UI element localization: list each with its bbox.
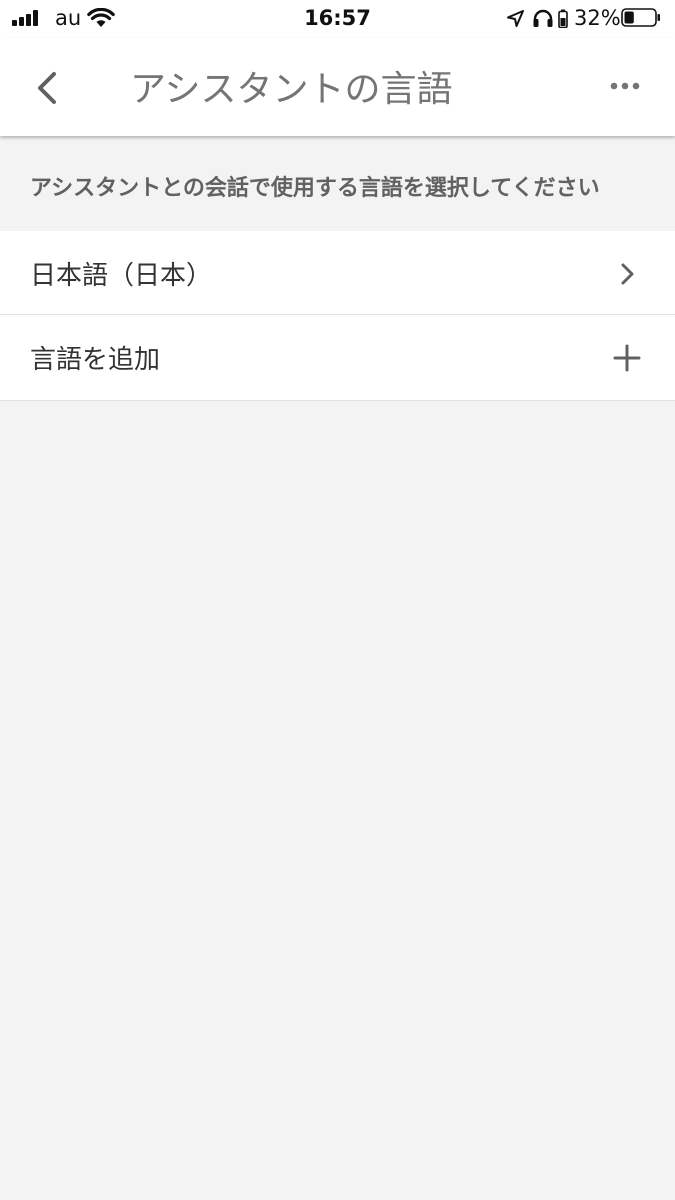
language-item-japanese[interactable]: 日本語（日本）	[0, 231, 675, 315]
language-list: 日本語（日本） 言語を追加	[0, 231, 675, 401]
more-button[interactable]	[604, 74, 648, 98]
status-bar: au 16:57 32%	[0, 0, 675, 38]
section-description: アシスタントとの会話で使用する言語を選択してください	[30, 176, 600, 201]
add-language-label: 言語を追加	[30, 345, 161, 375]
back-button[interactable]	[28, 66, 72, 110]
add-language-button[interactable]: 言語を追加	[0, 315, 675, 401]
more-horizontal-icon	[610, 82, 640, 90]
app-bar: アシスタントの言語	[0, 38, 675, 136]
plus-icon	[613, 344, 641, 372]
location-icon	[507, 10, 524, 27]
page-title: アシスタントの言語	[130, 69, 453, 110]
chevron-left-icon	[38, 72, 56, 104]
language-item-label: 日本語（日本）	[30, 261, 213, 291]
battery-charging-icon	[558, 9, 568, 28]
battery-icon	[621, 8, 660, 27]
chevron-right-icon	[621, 263, 634, 285]
headphones-icon	[533, 9, 553, 27]
battery-percent: 32%	[574, 6, 621, 30]
